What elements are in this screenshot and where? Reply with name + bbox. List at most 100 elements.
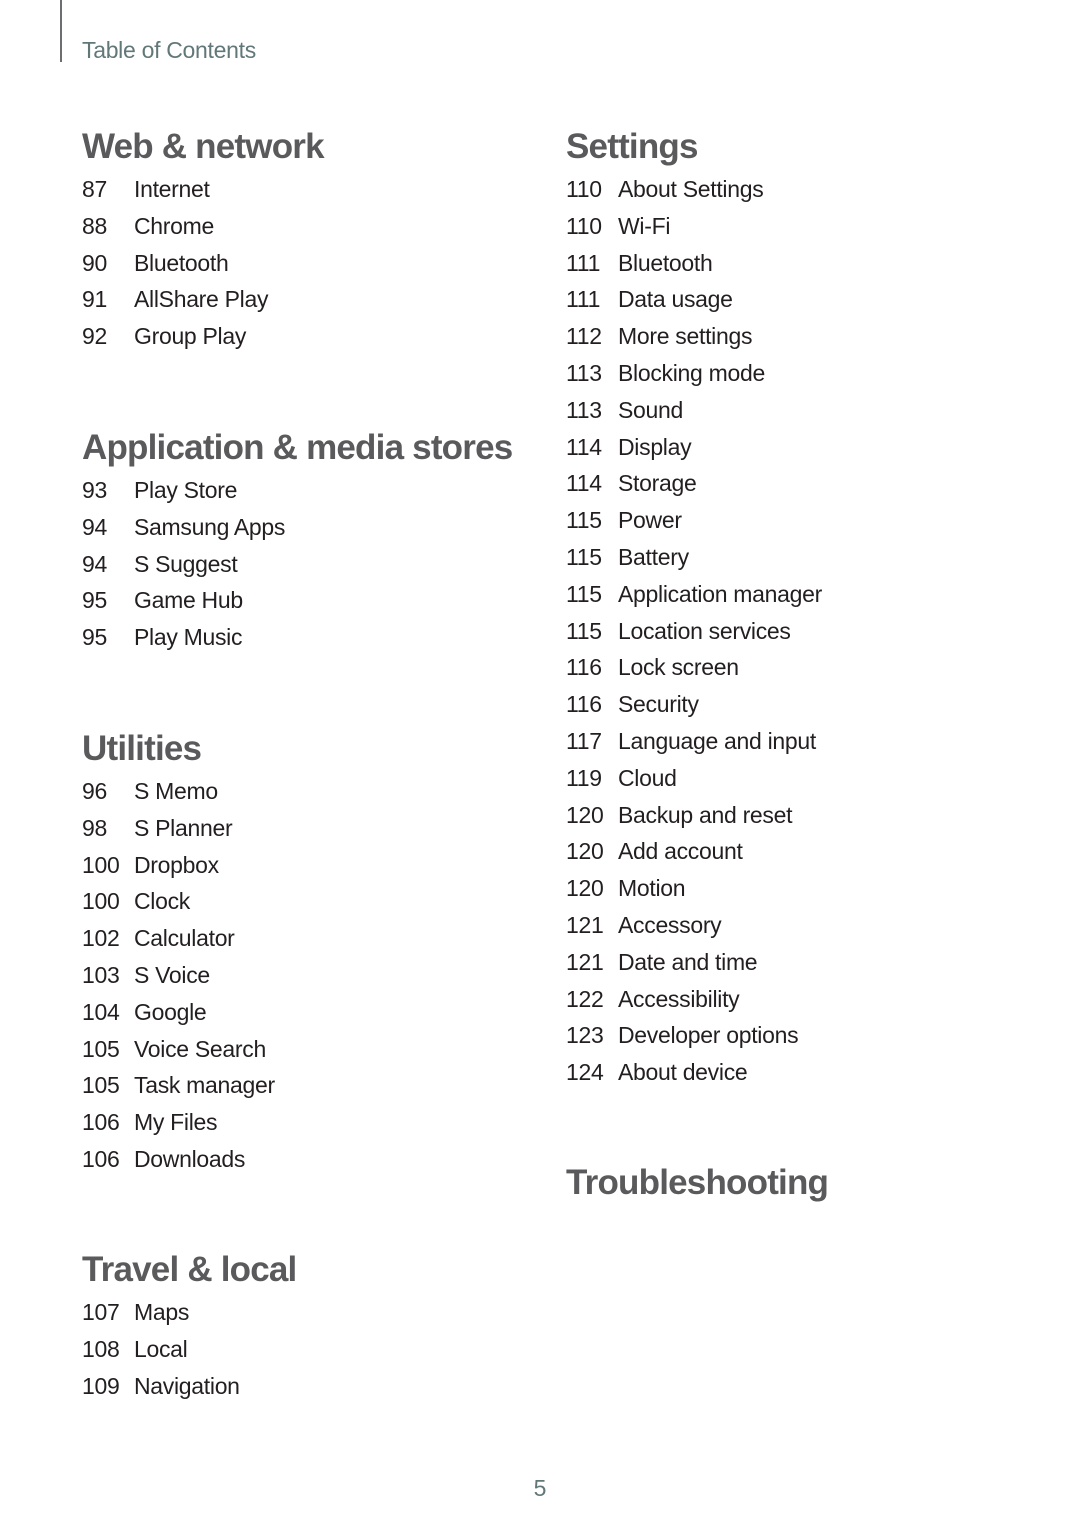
toc-entry[interactable]: 95 Game Hub [82, 582, 512, 619]
toc-page-number: 105 [82, 1072, 120, 1099]
toc-entry[interactable]: 107 Maps [82, 1294, 296, 1331]
toc-entry-label: Power [618, 507, 682, 534]
toc-entry[interactable]: 95 Play Music [82, 619, 512, 656]
toc-entry[interactable]: 115 Battery [566, 539, 822, 576]
toc-page-number: 116 [566, 691, 602, 718]
toc-entry[interactable]: 116 Security [566, 686, 822, 723]
toc-entry-label: Voice Search [134, 1035, 266, 1062]
toc-page-number: 94 [82, 513, 107, 540]
toc-entry[interactable]: 103 S Voice [82, 957, 275, 994]
toc-entry[interactable]: 90 Bluetooth [82, 245, 324, 282]
section-title[interactable]: Application & media stores [82, 426, 513, 470]
toc-entry[interactable]: 104 Google [82, 994, 275, 1031]
toc-entry-label: Samsung Apps [134, 513, 286, 540]
toc-entry[interactable]: 111 Bluetooth [566, 245, 822, 282]
toc-entry[interactable]: 100 Clock [82, 883, 275, 920]
toc-entry-label: More settings [618, 323, 753, 350]
toc-page-number: 90 [82, 249, 107, 276]
section-title[interactable]: Web & network [82, 125, 325, 169]
toc-page-number: 115 [566, 543, 602, 570]
toc-page-number: 98 [82, 814, 107, 841]
toc-entry[interactable]: 108 Local [82, 1331, 296, 1368]
toc-entry[interactable]: 106 My Files [82, 1104, 275, 1141]
toc-entry-label: Cloud [618, 764, 677, 791]
toc-entry-label: About device [618, 1059, 748, 1086]
toc-entry[interactable]: 113 Sound [566, 392, 822, 429]
toc-entry[interactable]: 111 Data usage [566, 281, 822, 318]
toc-entry-label: Motion [618, 875, 686, 902]
toc-page-number: 114 [566, 470, 602, 497]
toc-page-number: 119 [566, 764, 602, 791]
toc-entry-label: Bluetooth [134, 249, 229, 276]
toc-entry[interactable]: 113 Blocking mode [566, 355, 822, 392]
toc-entry[interactable]: 115 Power [566, 502, 822, 539]
toc-entry[interactable]: 116 Lock screen [566, 649, 822, 686]
toc-page-number: 100 [82, 851, 120, 878]
toc-entry[interactable]: 87 Internet [82, 171, 324, 208]
toc-page-number: 107 [82, 1299, 120, 1325]
section-title[interactable]: Travel & local [82, 1248, 297, 1292]
toc-page-number: 108 [82, 1335, 120, 1362]
toc-entry[interactable]: 123 Developer options [566, 1017, 822, 1054]
toc-entry[interactable]: 92 Group Play [82, 318, 324, 355]
toc-entry[interactable]: 114 Display [566, 429, 822, 466]
toc-entry[interactable]: 94 Samsung Apps [82, 509, 512, 546]
toc-entry[interactable]: 105 Voice Search [82, 1031, 275, 1068]
toc-entry[interactable]: 112 More settings [566, 318, 822, 355]
toc-entry[interactable]: 120 Motion [566, 870, 822, 907]
toc-page-number: 103 [82, 961, 120, 988]
toc-entry[interactable]: 114 Storage [566, 465, 822, 502]
toc-entry-label: Wi-Fi [618, 212, 671, 239]
toc-entry-label: Navigation [134, 1372, 240, 1399]
toc-entry[interactable]: 124 About device [566, 1054, 822, 1091]
toc-entry[interactable]: 120 Add account [566, 833, 822, 870]
section-title[interactable]: Settings [566, 125, 822, 169]
toc-entry-label: S Voice [134, 961, 210, 988]
section-application-media-stores: Application & media stores 93 Play Store 94… [82, 426, 513, 656]
toc-entry-label: Security [618, 691, 699, 718]
toc-entry[interactable]: 121 Date and time [566, 944, 822, 981]
toc-page-number: 96 [82, 778, 107, 804]
toc-entry[interactable]: 100 Dropbox [82, 847, 275, 884]
toc-entry[interactable]: 94 S Suggest [82, 546, 512, 583]
toc-page-number: 115 [566, 507, 602, 534]
toc-entry-label: Battery [618, 543, 689, 570]
toc-entry[interactable]: 115 Location services [566, 613, 822, 650]
toc-entry[interactable]: 106 Downloads [82, 1141, 275, 1178]
toc-entry-label: Blocking mode [618, 359, 765, 386]
toc-entry[interactable]: 110 About Settings [566, 171, 822, 208]
toc-entry-label: Internet [134, 176, 210, 202]
toc-entry[interactable]: 121 Accessory [566, 907, 822, 944]
toc-entry-label: Play Music [134, 624, 243, 651]
toc-entry[interactable]: 110 Wi-Fi [566, 208, 822, 245]
section-title[interactable]: Troubleshooting [566, 1161, 829, 1205]
toc-entry[interactable]: 93 Play Store [82, 472, 512, 509]
toc-entry[interactable]: 96 S Memo [82, 773, 275, 810]
toc-entry[interactable]: 117 Language and input [566, 723, 822, 760]
toc-page-number: 115 [566, 617, 602, 644]
section-travel-local: Travel & local 107 Maps 108 Local 109 Navigati… [82, 1248, 297, 1405]
toc-page-number: 110 [566, 212, 602, 239]
toc-entry[interactable]: 122 Accessibility [566, 981, 822, 1018]
toc-entry[interactable]: 119 Cloud [566, 760, 822, 797]
toc-page-number: 104 [82, 998, 120, 1025]
toc-entry[interactable]: 115 Application manager [566, 576, 822, 613]
toc-page-number: 114 [566, 433, 602, 460]
toc-entry[interactable]: 105 Task manager [82, 1067, 275, 1104]
toc-entry-label: S Memo [134, 778, 218, 804]
toc-entry[interactable]: 109 Navigation [82, 1368, 296, 1405]
toc-entry[interactable]: 91 AllShare Play [82, 281, 324, 318]
page-header: Table of Contents [82, 37, 256, 63]
toc-entry-label: Google [134, 998, 207, 1025]
toc-page-number: 95 [82, 587, 107, 614]
section-title[interactable]: Utilities [82, 727, 275, 771]
toc-entry-label: Accessibility [618, 985, 740, 1012]
toc-entry[interactable]: 102 Calculator [82, 920, 275, 957]
section-utilities: Utilities 96 S Memo 98 S Planner 100 Dropbox 10… [82, 727, 275, 1178]
toc-entry[interactable]: 88 Chrome [82, 208, 324, 245]
toc-entry-label: Application manager [618, 580, 822, 607]
toc-entry[interactable]: 120 Backup and reset [566, 797, 822, 834]
toc-entry[interactable]: 98 S Planner [82, 810, 275, 847]
toc-page-number: 94 [82, 550, 107, 577]
toc-entry-label: Data usage [618, 286, 733, 313]
